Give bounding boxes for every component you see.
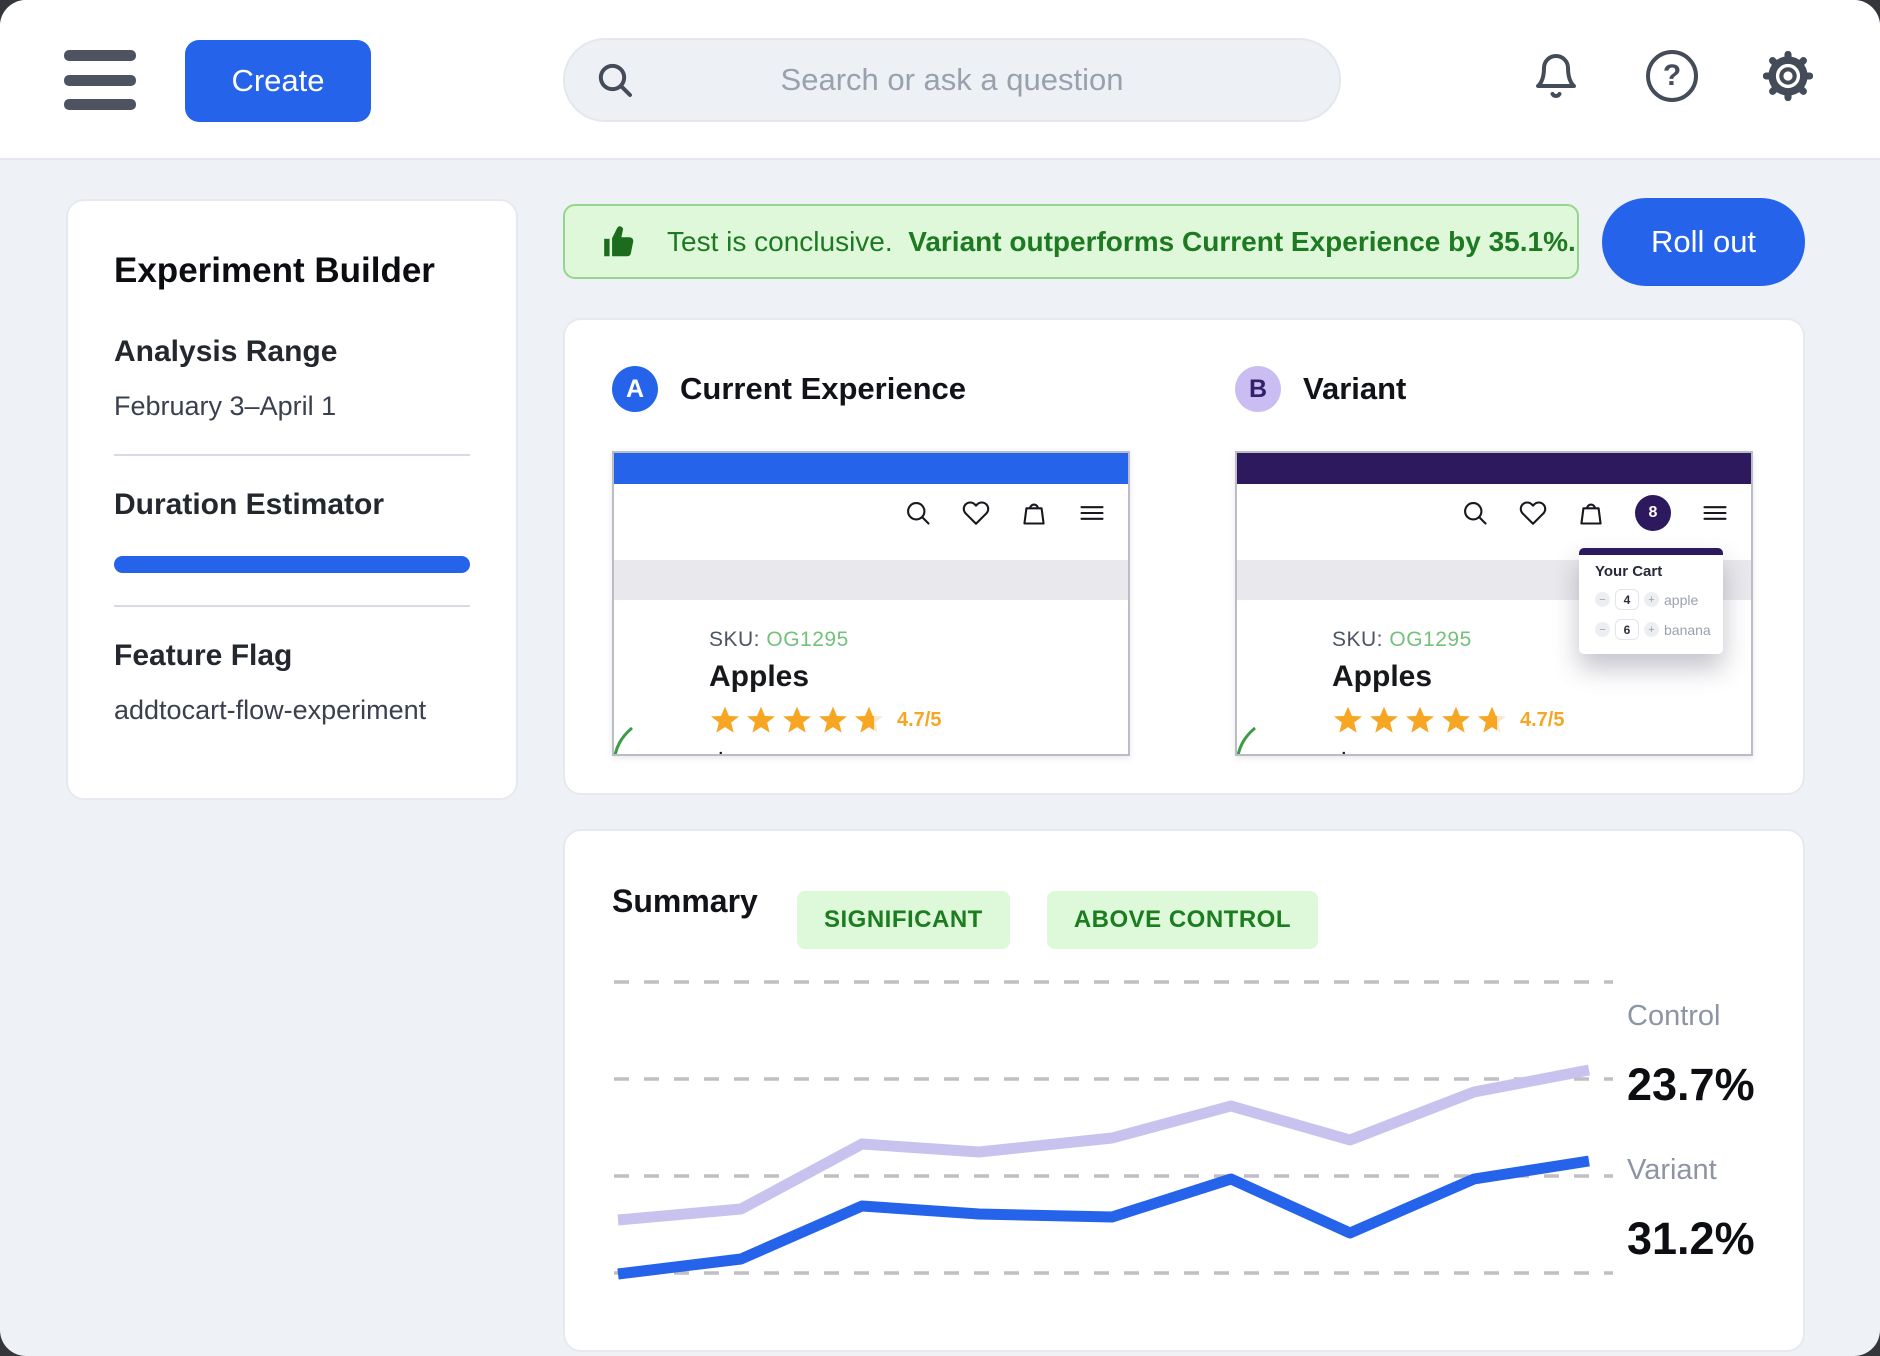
gear-icon bbox=[1763, 51, 1813, 101]
heart-icon bbox=[962, 499, 990, 527]
rating-value: 4.7/5 bbox=[897, 709, 941, 732]
heart-icon bbox=[1519, 499, 1547, 527]
search-icon bbox=[595, 60, 635, 100]
hamburger-icon bbox=[1701, 499, 1729, 527]
menu-icon[interactable] bbox=[64, 50, 136, 110]
result-banner: Test is conclusive. Variant outperforms … bbox=[563, 204, 1579, 279]
panel-title: Experiment Builder bbox=[114, 251, 470, 291]
hamburger-icon bbox=[1078, 499, 1106, 527]
cart-item-name: banana bbox=[1664, 622, 1711, 638]
roll-out-button[interactable]: Roll out bbox=[1602, 198, 1805, 286]
analysis-range-heading: Analysis Range bbox=[114, 335, 470, 369]
preview-nav: 8 bbox=[1237, 484, 1751, 542]
analysis-range-value: February 3–April 1 bbox=[114, 391, 470, 422]
experiment-builder-panel: Experiment Builder Analysis Range Februa… bbox=[66, 199, 518, 800]
cart-item-row: − 4 + apple bbox=[1595, 589, 1723, 610]
bell-icon bbox=[1532, 52, 1580, 100]
divider bbox=[114, 454, 470, 456]
cart-item-row: − 6 + banana bbox=[1595, 619, 1723, 640]
cart-count-badge: 8 bbox=[1635, 495, 1671, 531]
minus-icon: − bbox=[1595, 592, 1610, 607]
variant-label: Variant bbox=[1627, 1154, 1717, 1187]
preview-nav bbox=[614, 484, 1128, 542]
variant-b-badge: B bbox=[1235, 366, 1281, 412]
feature-flag-value: addtocart-flow-experiment bbox=[114, 695, 470, 726]
product-name: Apples bbox=[709, 660, 1128, 694]
summary-title: Summary bbox=[612, 883, 758, 920]
banner-text: Test is conclusive. Variant outperforms … bbox=[667, 226, 1576, 258]
sku-value: OG1295 bbox=[766, 628, 848, 651]
product-name: Apples bbox=[1332, 660, 1751, 694]
significant-badge: SIGNIFICANT bbox=[797, 891, 1010, 949]
cart-item-name: apple bbox=[1664, 592, 1698, 608]
preview-header-bar bbox=[614, 453, 1128, 484]
variant-preview: 8 Your Cart − 4 + apple − bbox=[1235, 451, 1753, 756]
search-placeholder: Search or ask a question bbox=[635, 62, 1269, 98]
shopping-bag-icon bbox=[1020, 499, 1048, 527]
help-button[interactable]: ? bbox=[1646, 50, 1698, 102]
variant-a-header: A Current Experience bbox=[612, 366, 966, 412]
shopping-bag-icon bbox=[1577, 499, 1605, 527]
quantity-value: 6 bbox=[1615, 619, 1639, 640]
sku-value: OG1295 bbox=[1389, 628, 1471, 651]
duration-progress-bar bbox=[114, 556, 470, 573]
leaf-decoration bbox=[1235, 726, 1259, 756]
search-input[interactable]: Search or ask a question bbox=[563, 38, 1341, 122]
minus-icon: − bbox=[1595, 622, 1610, 637]
preview-band bbox=[614, 560, 1128, 600]
cart-dropdown: Your Cart − 4 + apple − 6 + banana bbox=[1579, 548, 1723, 654]
settings-button[interactable] bbox=[1762, 50, 1814, 102]
help-icon: ? bbox=[1646, 50, 1698, 102]
star-rating: 4.7/5 bbox=[709, 704, 1128, 736]
app-window: Create Search or ask a question ? bbox=[0, 0, 1880, 1356]
variant-a-badge: A bbox=[612, 366, 658, 412]
above-control-badge: ABOVE CONTROL bbox=[1047, 891, 1318, 949]
current-experience-preview: SKU: OG1295 Apples 4.7/5 $4.99 bbox=[612, 451, 1130, 756]
control-label: Control bbox=[1627, 1000, 1721, 1033]
ab-comparison-card: A Current Experience B Variant bbox=[563, 318, 1805, 795]
variant-b-header: B Variant bbox=[1235, 366, 1406, 412]
product-info: SKU: OG1295 Apples 4.7/5 $4.99 bbox=[709, 628, 1128, 756]
star-rating: 4.7/5 bbox=[1332, 704, 1751, 736]
variant-a-title: Current Experience bbox=[680, 371, 966, 407]
summary-card: Summary SIGNIFICANT ABOVE CONTROL Contro… bbox=[563, 829, 1805, 1352]
rating-value: 4.7/5 bbox=[1520, 709, 1564, 732]
divider bbox=[114, 605, 470, 607]
product-price: $4.99 bbox=[1332, 748, 1751, 756]
control-value: 23.7% bbox=[1627, 1059, 1755, 1111]
summary-chart bbox=[565, 951, 1807, 1354]
cart-title: Your Cart bbox=[1595, 563, 1723, 580]
variant-b-title: Variant bbox=[1303, 371, 1406, 407]
create-button[interactable]: Create bbox=[185, 40, 371, 122]
thumbs-up-icon bbox=[601, 223, 639, 261]
top-bar: Create Search or ask a question ? bbox=[0, 0, 1880, 160]
cart-dropdown-accent bbox=[1579, 548, 1723, 555]
leaf-decoration bbox=[612, 726, 636, 756]
feature-flag-heading: Feature Flag bbox=[114, 639, 470, 673]
variant-value: 31.2% bbox=[1627, 1213, 1755, 1265]
search-icon bbox=[904, 499, 932, 527]
duration-estimator-heading: Duration Estimator bbox=[114, 488, 470, 522]
product-price: $4.99 bbox=[709, 748, 1128, 756]
search-icon bbox=[1461, 499, 1489, 527]
plus-icon: + bbox=[1644, 622, 1659, 637]
preview-header-bar bbox=[1237, 453, 1751, 484]
quantity-value: 4 bbox=[1615, 589, 1639, 610]
plus-icon: + bbox=[1644, 592, 1659, 607]
sku-label: SKU: bbox=[709, 628, 760, 651]
sku-label: SKU: bbox=[1332, 628, 1383, 651]
notifications-button[interactable] bbox=[1530, 50, 1582, 102]
